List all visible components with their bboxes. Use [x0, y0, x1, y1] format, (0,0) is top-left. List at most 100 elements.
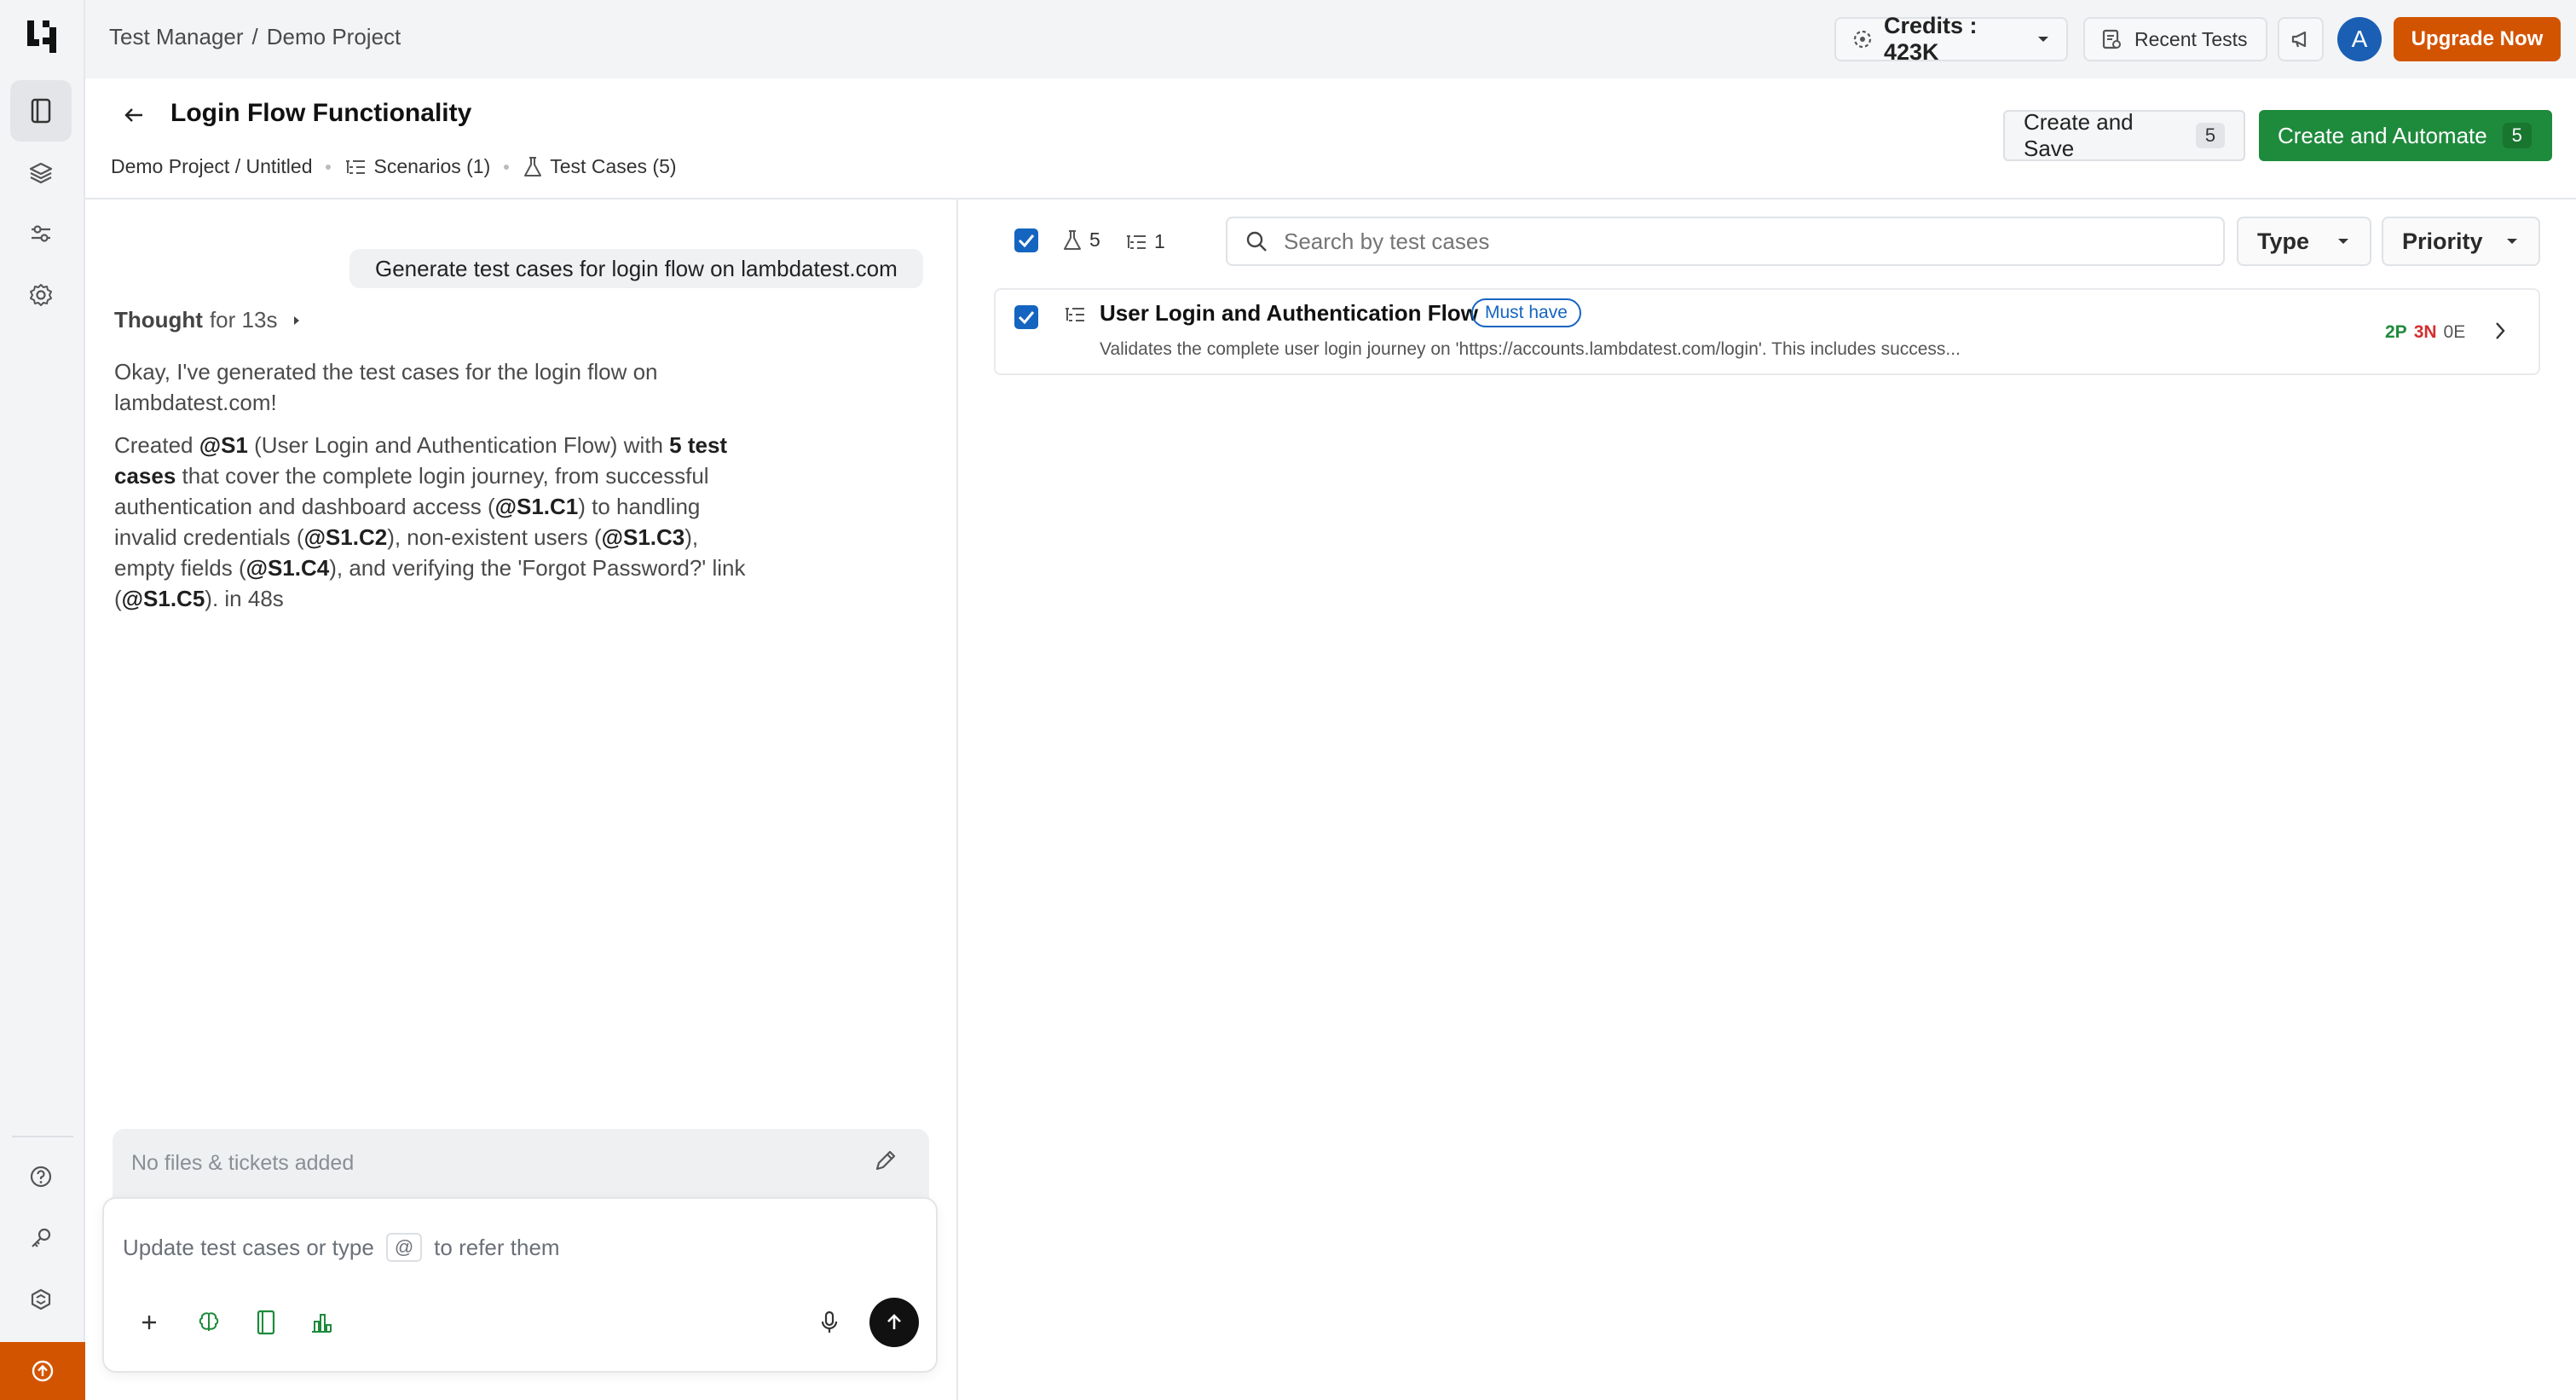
- scenario-icon: [1064, 305, 1086, 324]
- create-and-save-button[interactable]: Create and Save 5: [2003, 109, 2245, 161]
- back-arrow-icon: [121, 102, 147, 128]
- test-count-indicator: 5: [1062, 229, 1100, 252]
- sidebar-item-configurations[interactable]: [10, 203, 72, 264]
- composer-placeholder-pre: Update test cases or type: [123, 1234, 374, 1260]
- reply-mention[interactable]: @S1.C5: [122, 586, 205, 611]
- analytics-icon[interactable]: [309, 1310, 334, 1335]
- announcement-button[interactable]: [2278, 17, 2324, 61]
- test-manager-icon: [29, 98, 53, 124]
- credits-dropdown[interactable]: Credits : 423K: [1834, 13, 2068, 65]
- testcases-link[interactable]: Test Cases (5): [523, 155, 677, 178]
- reply-mention[interactable]: @S1.C3: [602, 524, 685, 550]
- edge-count: 0E: [2443, 322, 2466, 342]
- reply-mention[interactable]: @S1.C1: [495, 494, 579, 519]
- breadcrumb-project[interactable]: Demo Project: [267, 24, 401, 50]
- pencil-icon[interactable]: [873, 1148, 898, 1173]
- positive-count: 2P: [2385, 322, 2407, 342]
- back-button[interactable]: [121, 102, 147, 128]
- mention-at-chip: @: [385, 1233, 423, 1262]
- recent-tests-icon: [2100, 28, 2123, 50]
- reply-text: (User Login and Authentication Flow) wit…: [247, 432, 670, 458]
- avatar[interactable]: A: [2337, 17, 2382, 61]
- thought-duration: for 13s: [209, 307, 278, 333]
- credits-label: Credits : 423K: [1884, 13, 1978, 65]
- scenarios-label: Scenarios (1): [373, 155, 491, 177]
- panel-divider: [956, 198, 958, 1400]
- search-input[interactable]: [1284, 228, 2204, 255]
- notebook-icon[interactable]: [254, 1310, 278, 1335]
- sidebar-item-access-key[interactable]: [10, 1207, 72, 1269]
- sidebar-item-integrations[interactable]: [10, 1269, 72, 1330]
- gear-icon: [28, 282, 54, 308]
- reply-mention[interactable]: @S1: [199, 432, 248, 458]
- page-title: Login Flow Functionality: [170, 99, 472, 127]
- scenario-icon: [1125, 233, 1147, 252]
- create-and-automate-button[interactable]: Create and Automate 5: [2259, 110, 2552, 161]
- meta-dot: [504, 164, 510, 170]
- credits-icon: [1851, 28, 1874, 50]
- sidebar-item-layers[interactable]: [10, 142, 72, 203]
- composer-placeholder-post: to refer them: [434, 1234, 560, 1260]
- mic-icon[interactable]: [818, 1310, 840, 1335]
- breadcrumb: Test Manager / Demo Project: [109, 24, 401, 50]
- project-path[interactable]: Demo Project / Untitled: [111, 155, 312, 178]
- breadcrumb-root[interactable]: Test Manager: [109, 24, 244, 50]
- plus-icon[interactable]: [140, 1313, 159, 1332]
- chevron-down-icon: [2336, 236, 2351, 246]
- brain-icon[interactable]: [196, 1310, 222, 1335]
- thought-label: Thought: [114, 307, 203, 333]
- type-filter-dropdown[interactable]: Type: [2237, 217, 2371, 266]
- composer-input[interactable]: Update test cases or type @ to refer the…: [123, 1233, 560, 1262]
- reply-line-1: Okay, I've generated the test cases for …: [114, 359, 658, 415]
- reply-mention[interactable]: @S1.C2: [304, 524, 388, 550]
- scenario-description: Validates the complete user login journe…: [1100, 339, 1961, 359]
- header-divider: [85, 198, 2576, 200]
- thought-toggle[interactable]: Thought for 13s: [114, 307, 301, 333]
- scenarios-link[interactable]: Scenarios (1): [344, 155, 490, 178]
- chevron-down-icon: [2504, 236, 2520, 246]
- sidebar-item-test-manager[interactable]: [10, 80, 72, 142]
- table-row[interactable]: User Login and Authentication Flow Must …: [994, 288, 2540, 375]
- upgrade-now-button[interactable]: Upgrade Now: [2394, 17, 2561, 61]
- create-and-save-label: Create and Save: [2024, 109, 2134, 161]
- help-icon: [29, 1165, 53, 1189]
- scenario-icon: [344, 158, 367, 176]
- announcement-icon: [2290, 28, 2312, 50]
- test-count: 5: [1089, 229, 1100, 251]
- key-icon: [29, 1226, 53, 1250]
- send-arrow-icon: [884, 1312, 904, 1333]
- main-content: Login Flow Functionality Demo Project / …: [85, 78, 2576, 1400]
- reply-text: ). in 48s: [205, 586, 284, 611]
- settings-sliders-icon: [29, 222, 53, 246]
- create-and-automate-count: 5: [2502, 123, 2532, 148]
- scenario-count: 1: [1154, 230, 1165, 252]
- chevron-right-icon[interactable]: [2494, 321, 2506, 341]
- priority-filter-label: Priority: [2402, 228, 2483, 254]
- reply-mention[interactable]: @S1.C4: [246, 555, 330, 581]
- upgrade-icon: [30, 1358, 55, 1384]
- logo-icon[interactable]: [26, 19, 58, 55]
- flask-icon: [523, 156, 543, 178]
- negative-count: 3N: [2413, 322, 2437, 342]
- send-button[interactable]: [869, 1298, 919, 1347]
- testcases-label: Test Cases (5): [550, 155, 677, 177]
- scenario-title: User Login and Authentication Flow: [1100, 300, 1478, 326]
- reply-text: ), non-existent users (: [387, 524, 602, 550]
- sidebar-item-settings[interactable]: [10, 264, 72, 326]
- priority-filter-dropdown[interactable]: Priority: [2382, 217, 2540, 266]
- search-icon: [1245, 229, 1268, 253]
- sidebar-item-help[interactable]: [10, 1146, 72, 1207]
- sidebar-divider: [12, 1136, 73, 1137]
- recent-tests-button[interactable]: Recent Tests: [2083, 17, 2267, 61]
- composer: Update test cases or type @ to refer the…: [102, 1197, 938, 1373]
- case-breakdown: 2P 3N 0E: [2385, 322, 2465, 343]
- integrations-icon: [29, 1287, 53, 1311]
- search-box: [1226, 217, 2225, 266]
- select-all-checkbox[interactable]: [1014, 229, 1038, 252]
- priority-tag: Must have: [1471, 298, 1581, 327]
- reply-line-2: Created @S1 (User Login and Authenticati…: [114, 430, 762, 614]
- upgrade-sidebar-button[interactable]: [0, 1342, 85, 1400]
- flask-icon: [1062, 229, 1083, 252]
- row-checkbox[interactable]: [1014, 305, 1038, 329]
- reply-text: Created: [114, 432, 199, 458]
